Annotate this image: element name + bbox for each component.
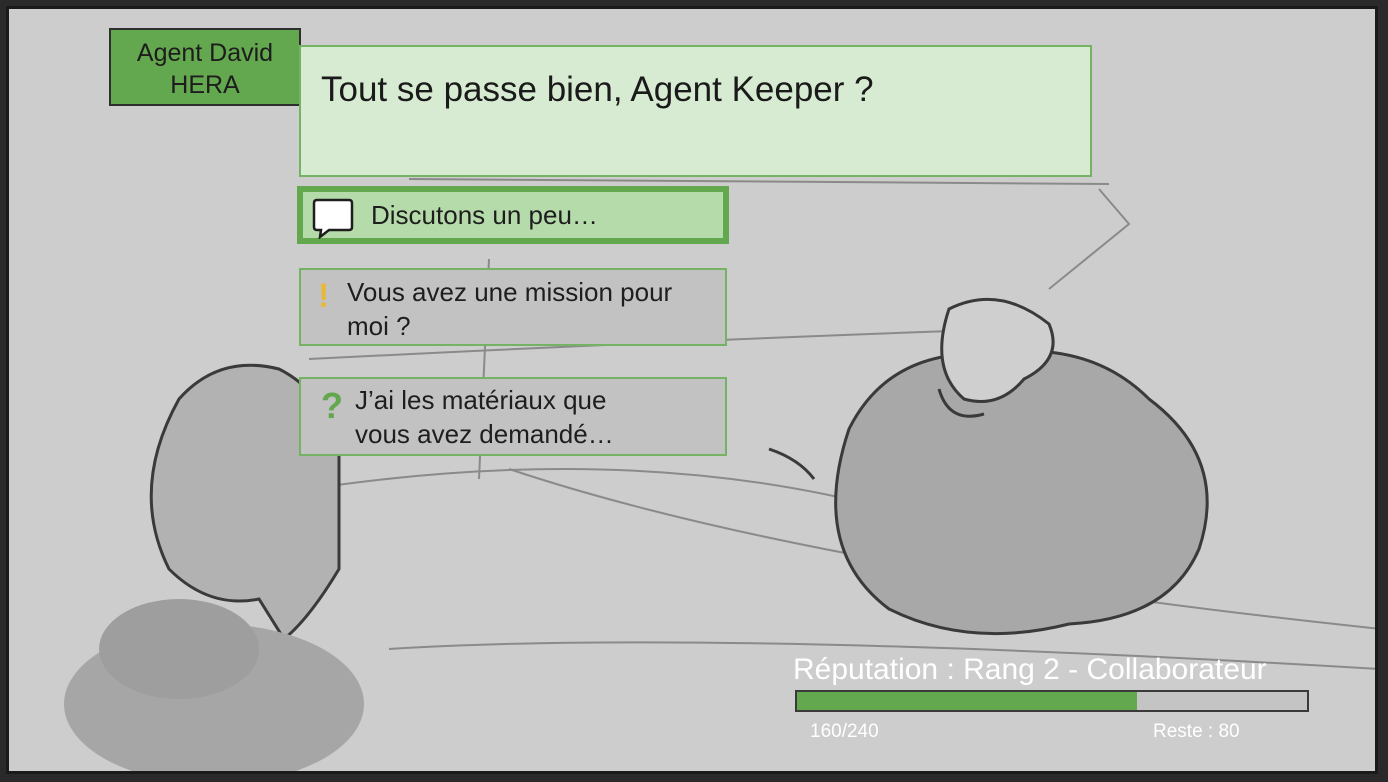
- choice-label: Vous avez une mission pour moi ?: [347, 275, 672, 343]
- choice-label-line: vous avez demandé…: [355, 419, 614, 449]
- speaker-affiliation: HERA: [170, 71, 240, 99]
- speech-bubble-icon: [312, 198, 354, 239]
- reputation-progress-fill: [797, 692, 1138, 710]
- choice-label-line: Vous avez une mission pour: [347, 277, 673, 307]
- dialogue-choice-mission[interactable]: ! Vous avez une mission pour moi ?: [299, 268, 727, 346]
- reputation-value: 160/240: [810, 721, 879, 742]
- dialogue-choice-chat[interactable]: Discutons un peu…: [297, 186, 729, 244]
- choice-label-line: J’ai les matériaux que: [355, 385, 607, 415]
- choice-label: Discutons un peu…: [371, 198, 598, 232]
- choice-label-line: Discutons un peu…: [371, 200, 598, 230]
- choice-label-line: moi ?: [347, 311, 411, 341]
- game-scene: Agent David HERA Tout se passe bien, Age…: [0, 0, 1388, 782]
- speaker-name: Agent David: [136, 39, 274, 67]
- dialogue-box: Tout se passe bien, Agent Keeper ?: [299, 45, 1092, 177]
- reputation-remaining: Reste : 80: [1153, 721, 1240, 742]
- exclamation-icon: !: [318, 277, 330, 315]
- choice-label: J’ai les matériaux que vous avez demandé…: [355, 383, 614, 451]
- dialogue-text: Tout se passe bien, Agent Keeper ?: [321, 70, 874, 109]
- reputation-title: Réputation : Rang 2 - Collaborateur: [793, 653, 1267, 686]
- speaker-name-tag: Agent David HERA: [109, 28, 301, 106]
- dialogue-choice-materials[interactable]: ? J’ai les matériaux que vous avez deman…: [299, 377, 727, 456]
- question-icon: ?: [321, 385, 343, 426]
- reputation-progress-bar: [795, 690, 1309, 712]
